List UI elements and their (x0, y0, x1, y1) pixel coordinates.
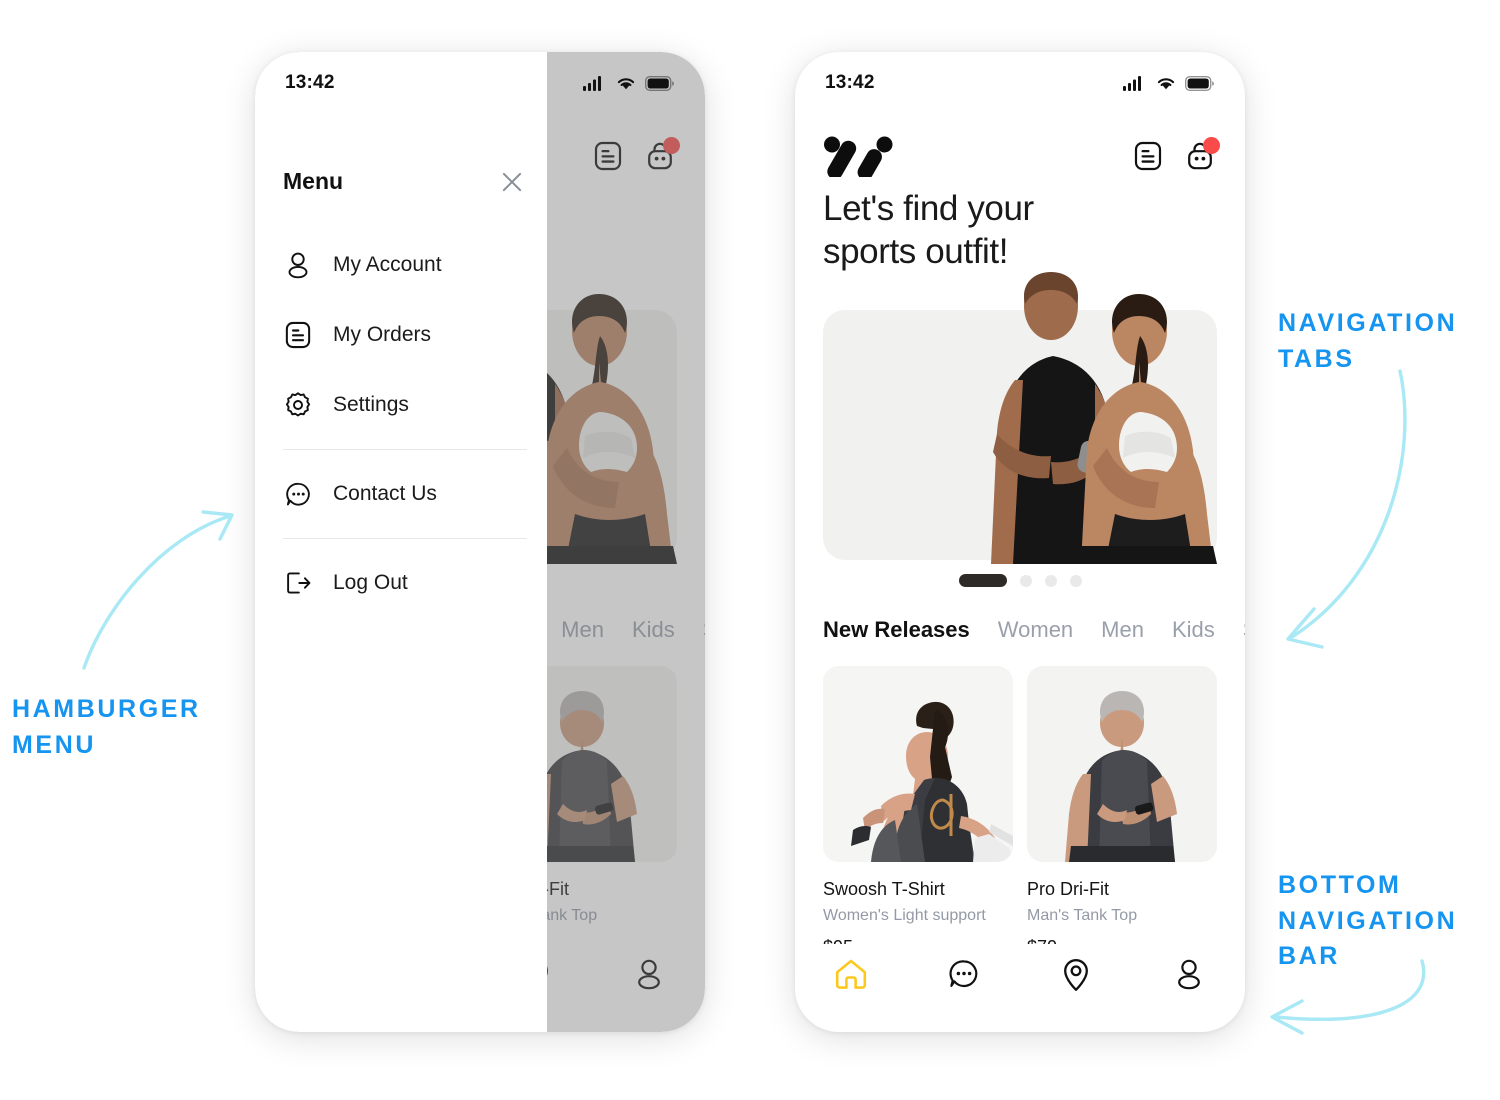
status-bar-icons-group: 13:42 (255, 52, 705, 114)
cellular-signal-icon (1123, 75, 1147, 91)
drawer-title: Menu (283, 168, 344, 194)
app-header (823, 128, 1220, 184)
hero-title-line-2: sports outfit! (823, 231, 1009, 271)
nav-location[interactable] (1020, 958, 1133, 992)
cart-badge (1203, 137, 1220, 154)
menu-item-label: My Orders (333, 323, 432, 346)
drawer-header: Menu (283, 168, 525, 195)
hero-title-line-1: Let's find your (823, 189, 1034, 228)
drawer-menu-list: My Account My Orders Settings Contact Us… (283, 230, 527, 618)
menu-divider (283, 449, 527, 450)
carousel-dot[interactable] (1069, 574, 1082, 587)
status-time: 13:42 (825, 72, 875, 93)
cellular-signal-icon (583, 75, 607, 91)
menu-item-contact-us[interactable]: Contact Us (283, 459, 527, 529)
nav-chat[interactable] (908, 958, 1021, 990)
tab-women[interactable]: Women (998, 617, 1073, 643)
carousel-dot[interactable] (1019, 574, 1032, 587)
category-tabs: New Releases Women Men Kids Sale (823, 617, 1245, 643)
tab-men[interactable]: Men (1101, 617, 1144, 643)
annotation-navigation-tabs: Navigation tabs (1278, 306, 1493, 377)
menu-item-label: Settings (333, 393, 409, 416)
menu-divider (283, 538, 527, 539)
close-icon[interactable] (499, 169, 525, 195)
status-icons (1123, 75, 1215, 91)
status-bar: 13:42 (795, 52, 1245, 114)
annotation-arrow-hamburger (82, 510, 234, 670)
menu-item-my-account[interactable]: My Account (283, 230, 527, 300)
annotation-line: menu (12, 730, 97, 759)
logout-icon (283, 570, 313, 596)
annotation-arrow-navtabs (1286, 369, 1407, 649)
product-grid: Swoosh T-Shirt Women's Light support $95… (823, 666, 1217, 958)
annotation-line: Bottom (1278, 871, 1402, 899)
phone-mockup-menu-open: Let's find your sports outfit! New Relea… (255, 52, 705, 1032)
carousel-dot[interactable] (1044, 574, 1057, 587)
tab-new-releases[interactable]: New Releases (823, 617, 970, 643)
annotation-bottom-navigation-bar: Bottom Navigation Bar (1278, 868, 1500, 975)
hero-banner-card[interactable] (823, 310, 1217, 560)
product-image (823, 666, 1013, 862)
header-actions (1131, 137, 1220, 173)
product-subtitle: Man's Tank Top (1027, 907, 1138, 924)
product-name: Pro Dri-Fit (1027, 879, 1109, 899)
chat-bubble-icon (283, 481, 313, 508)
annotation-line: Bar (1278, 942, 1340, 970)
menu-item-my-orders[interactable]: My Orders (283, 300, 527, 370)
cart-icon[interactable] (1183, 137, 1220, 173)
annotation-line: Navigation (1278, 906, 1458, 935)
carousel-dots (795, 574, 1245, 587)
nav-home[interactable] (795, 958, 908, 990)
battery-icon (645, 76, 675, 91)
product-subtitle: Women's Light support (823, 907, 986, 924)
product-card[interactable]: Swoosh T-Shirt Women's Light support $95 (823, 666, 1013, 958)
screen-home: 13:42 Let's find your sports outfit! New… (795, 52, 1245, 1032)
annotation-line: Navigation (1278, 309, 1458, 337)
battery-icon (1185, 76, 1215, 91)
menu-item-label: My Account (333, 253, 442, 276)
menu-item-settings[interactable]: Settings (283, 370, 527, 440)
product-name: Swoosh T-Shirt (823, 879, 945, 899)
product-image (1027, 666, 1217, 862)
menu-item-log-out[interactable]: Log Out (283, 548, 527, 618)
page-title: Let's find your sports outfit! (823, 188, 1215, 273)
gear-icon (283, 391, 313, 419)
user-icon (283, 251, 313, 279)
wifi-icon (615, 75, 637, 91)
menu-item-label: Contact Us (333, 482, 437, 505)
wifi-icon (1155, 75, 1177, 91)
annotation-hamburger-menu: Hamburger menu (12, 692, 252, 763)
product-card[interactable]: Pro Dri-Fit Man's Tank Top $70 (1027, 666, 1217, 958)
document-icon (283, 321, 313, 349)
menu-item-label: Log Out (333, 571, 408, 594)
orders-icon[interactable] (1131, 139, 1165, 173)
tab-sale[interactable]: Sale (1243, 617, 1245, 643)
phone-mockup-home: 13:42 Let's find your sports outfit! New… (795, 52, 1245, 1032)
annotation-line: Hamburger (12, 695, 201, 723)
hamburger-menu-drawer: 13:42 Menu My Account My Orders Settings… (255, 52, 547, 1032)
carousel-dot-active[interactable] (958, 574, 1007, 587)
annotation-line: tabs (1278, 344, 1355, 373)
screen-menu: Let's find your sports outfit! New Relea… (255, 52, 705, 1032)
nav-profile[interactable] (1133, 958, 1246, 990)
brand-logo[interactable] (823, 135, 895, 177)
bottom-navigation-bar (795, 944, 1245, 1032)
tab-kids[interactable]: Kids (1172, 617, 1215, 643)
